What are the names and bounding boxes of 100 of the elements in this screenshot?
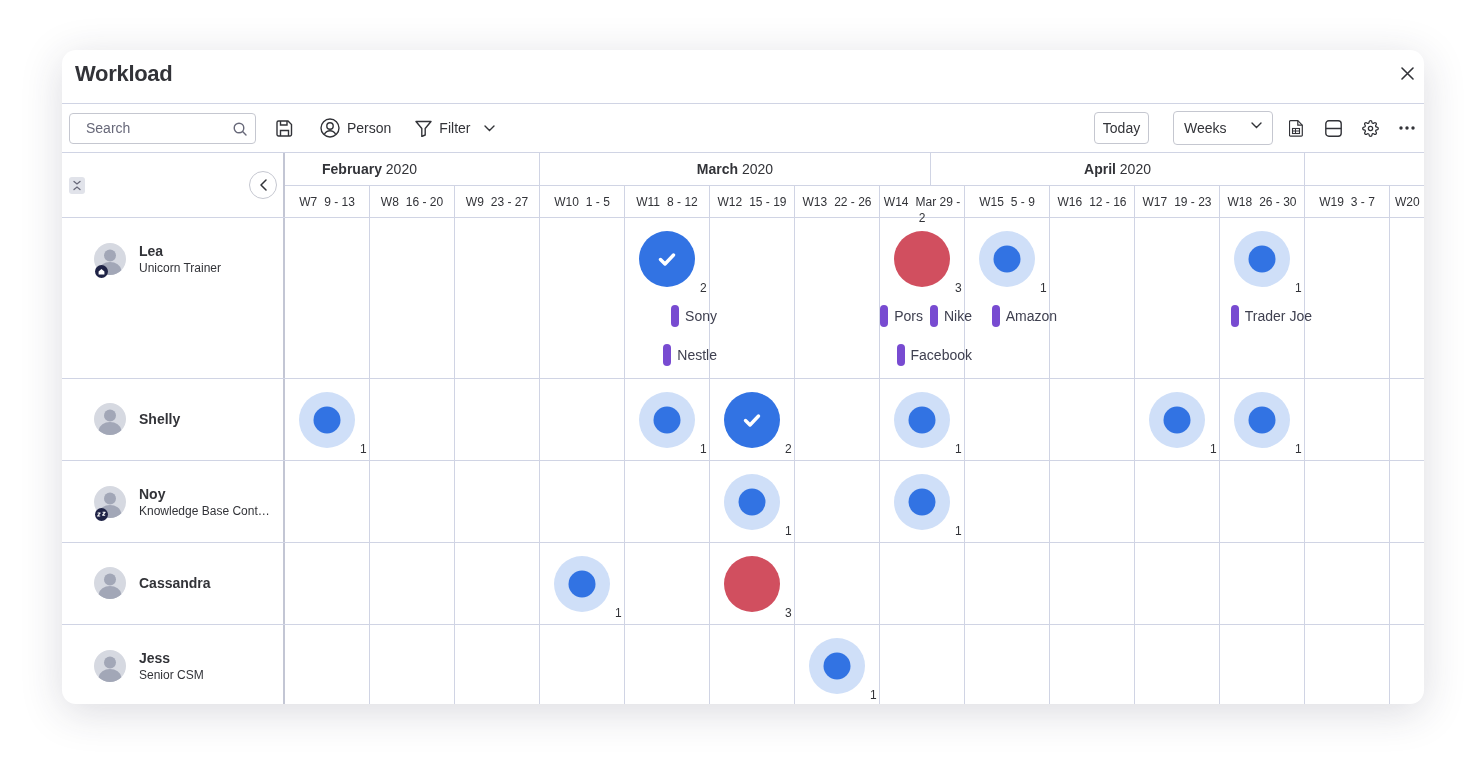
person-icon (320, 118, 340, 138)
date-range: 8 - 12 (667, 195, 698, 209)
search-field[interactable]: Search (69, 112, 256, 144)
filter-button[interactable]: Filter (415, 114, 496, 142)
window-title: Workload (75, 60, 174, 87)
job-title: Senior CSM (139, 667, 204, 683)
person-name: Jess (139, 649, 172, 667)
date-range: 19 - 23 (1174, 195, 1212, 209)
avatar (94, 650, 126, 682)
avatar (94, 403, 126, 435)
month-label: April 2020 (1084, 161, 1151, 177)
item-label[interactable]: Amazon (1005, 308, 1057, 324)
filled-circle-icon[interactable] (724, 556, 780, 612)
person-name: Lea (139, 242, 165, 260)
item-count: 1 (955, 442, 962, 456)
view-select[interactable]: Weeks (1173, 111, 1273, 145)
dot-in-ring-icon[interactable] (809, 638, 865, 694)
week-number: W14 (883, 195, 909, 209)
item-label[interactable]: Facebook (910, 347, 972, 363)
pill-icon (663, 344, 672, 366)
week-number: W19 (1319, 195, 1344, 209)
date-range: 9 - 13 (324, 195, 355, 209)
dot-in-ring-icon[interactable] (894, 392, 950, 448)
item-count: 1 (1040, 281, 1047, 295)
filled-circle-icon[interactable] (894, 231, 950, 287)
item-count: 1 (870, 688, 877, 702)
dot-in-ring-icon[interactable] (1234, 231, 1290, 287)
week-number: W12 (717, 195, 743, 209)
week-number: W20 (1395, 195, 1420, 209)
item-count: 2 (700, 281, 707, 295)
week-number: W11 (636, 195, 661, 209)
dot-in-ring-icon[interactable] (894, 474, 950, 530)
save-icon (275, 119, 293, 137)
layout-icon (1324, 119, 1342, 137)
item-label[interactable]: Nestle (677, 347, 717, 363)
item-label[interactable]: Nike (944, 308, 972, 324)
item-count: 1 (615, 606, 622, 620)
avatar (94, 567, 126, 599)
collapse-icon[interactable] (69, 176, 85, 194)
search-icon (233, 121, 247, 136)
week-number: W17 (1142, 195, 1168, 209)
date-range: 5 - 9 (1010, 195, 1035, 209)
date-range: 15 - 19 (749, 195, 787, 209)
week-number: W13 (802, 195, 828, 209)
date-range: 26 - 30 (1259, 195, 1297, 209)
week-number: W7 (299, 195, 318, 209)
week-number: W16 (1057, 195, 1083, 209)
check-circle-icon[interactable] (724, 392, 780, 448)
dot-in-ring-icon[interactable] (979, 231, 1035, 287)
settings-icon (1361, 119, 1379, 137)
date-range: 23 - 27 (490, 195, 529, 209)
date-range: 3 - 7 (1350, 195, 1375, 209)
week-number: W10 (554, 195, 579, 209)
person-button[interactable]: Person (320, 114, 392, 142)
item-label[interactable]: Pors (894, 308, 923, 324)
dot-in-ring-icon[interactable] (724, 474, 780, 530)
item-count: 1 (700, 442, 707, 456)
caret-icon (1251, 122, 1262, 129)
item-count: 1 (1295, 442, 1302, 456)
week-number: W8 (380, 195, 399, 209)
date-range: 16 - 20 (405, 195, 444, 209)
document-icon (1289, 119, 1303, 137)
week-number: W15 (979, 195, 1004, 209)
today-button[interactable]: Today (1094, 112, 1149, 144)
week-number: W18 (1227, 195, 1253, 209)
item-count: 1 (785, 524, 792, 538)
month-label: March 2020 (696, 161, 774, 177)
person-name: Shelly (139, 410, 181, 428)
item-count: 3 (955, 281, 962, 295)
date-range: Mar 29 - 2 (915, 195, 961, 225)
item-label[interactable]: Trader Joe (1244, 308, 1312, 324)
pill-icon (1230, 305, 1239, 327)
pill-icon (880, 305, 889, 327)
dot-in-ring-icon[interactable] (1149, 392, 1205, 448)
item-count: 1 (1210, 442, 1217, 456)
collapse-panel-button[interactable] (249, 171, 277, 199)
item-count: 1 (955, 524, 962, 538)
home-icon (95, 265, 108, 278)
item-count: 1 (1295, 281, 1302, 295)
dot-in-ring-icon[interactable] (1234, 392, 1290, 448)
job-title: Unicorn Trainer (139, 260, 222, 276)
pill-icon (896, 344, 905, 366)
job-title: Knowledge Base Cont… (139, 503, 270, 519)
chevron-left-icon (259, 179, 267, 191)
dot-in-ring-icon[interactable] (639, 392, 695, 448)
date-range: 22 - 26 (834, 195, 872, 209)
item-count: 1 (360, 442, 367, 456)
check-circle-icon[interactable] (639, 231, 695, 287)
sleep-icon (95, 508, 108, 521)
item-count: 2 (785, 442, 792, 456)
pill-icon (930, 305, 938, 327)
filter-icon (415, 119, 433, 137)
item-label[interactable]: Sony (685, 308, 717, 324)
dot-in-ring-icon[interactable] (554, 556, 610, 612)
dot-in-ring-icon[interactable] (299, 392, 355, 448)
pill-icon (671, 305, 680, 327)
item-count: 3 (785, 606, 792, 620)
person-name: Cassandra (139, 574, 211, 592)
more-icon (1399, 126, 1415, 130)
month-label: February 2020 (322, 161, 417, 177)
